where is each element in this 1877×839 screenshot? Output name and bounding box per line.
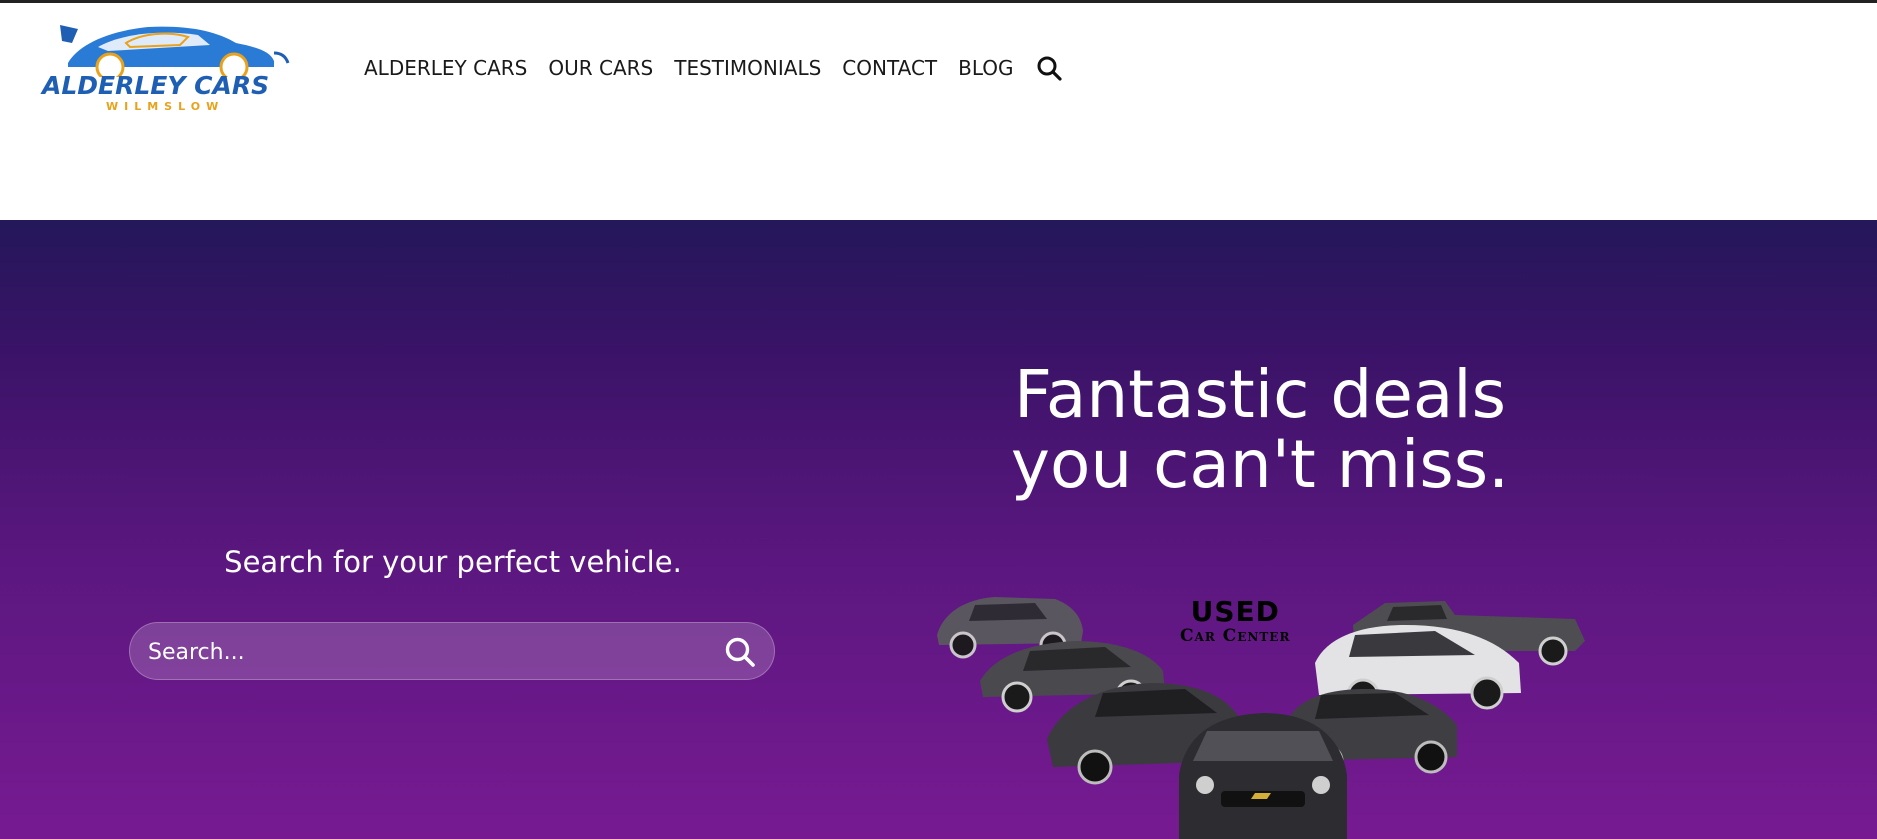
hero-headline-line2: you can't miss. — [1010, 426, 1510, 503]
main-nav: ALDERLEY CARS OUR CARS TESTIMONIALS CONT… — [364, 55, 1062, 81]
site-header: ALDERLEY CARS WILMSLOW ALDERLEY CARS OUR… — [0, 3, 1877, 220]
nav-item-testimonials[interactable]: TESTIMONIALS — [674, 56, 821, 80]
hero-headline-line1: Fantastic deals — [1013, 356, 1507, 433]
badge-sub-text: Car Center — [1180, 626, 1291, 646]
nav-item-our-cars[interactable]: OUR CARS — [548, 56, 653, 80]
hero-search-input[interactable] — [146, 623, 710, 681]
used-car-center-badge: USED Car Center — [1180, 595, 1291, 647]
hero-subtitle: Search for your perfect vehicle. — [224, 545, 682, 579]
nav-item-blog[interactable]: BLOG — [958, 56, 1013, 80]
nav-item-contact[interactable]: CONTACT — [842, 56, 937, 80]
site-logo[interactable]: ALDERLEY CARS WILMSLOW — [38, 17, 300, 117]
logo-location: WILMSLOW — [106, 100, 225, 113]
badge-main-text: USED — [1190, 595, 1280, 628]
car-logo-icon — [60, 25, 290, 82]
hero-section: Fantastic deals you can't miss. Search f… — [0, 220, 1877, 839]
search-icon[interactable] — [1036, 55, 1062, 81]
hero-headline: Fantastic deals you can't miss. — [930, 360, 1590, 500]
nav-item-alderley-cars[interactable]: ALDERLEY CARS — [364, 56, 527, 80]
hero-search-bar — [129, 622, 775, 681]
car-image — [1179, 713, 1347, 839]
logo-wordmark: ALDERLEY CARS — [42, 71, 270, 100]
search-icon[interactable] — [724, 636, 756, 668]
